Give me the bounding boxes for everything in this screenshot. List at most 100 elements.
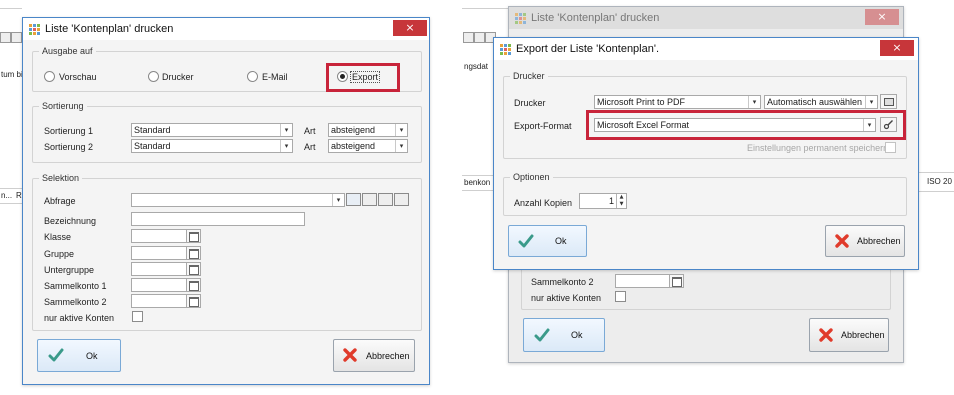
copy-query-icon[interactable] (378, 193, 393, 206)
untergruppe-input[interactable] (131, 262, 187, 276)
printer-value: Microsoft Print to PDF (597, 97, 686, 107)
sort1-art-label: Art (304, 126, 316, 136)
chevron-down-icon: ▾ (332, 194, 344, 206)
sort-group-legend: Sortierung (42, 101, 84, 111)
sort1-art-select[interactable]: absteigend ▾ (328, 123, 408, 137)
cancel-button[interactable]: Abbrechen (333, 339, 415, 372)
klasse-input[interactable] (131, 229, 187, 243)
sort2-select[interactable]: Standard ▾ (131, 139, 293, 153)
delete-query-icon[interactable] (394, 193, 409, 206)
sort2-art-value: absteigend (331, 141, 376, 151)
cancel-label: Abbrechen (366, 351, 410, 361)
copies-stepper[interactable]: 1 ▲ ▼ (579, 193, 627, 209)
sammelkonto2-input[interactable] (131, 294, 187, 308)
edit-query-icon[interactable] (362, 193, 377, 206)
ok-button[interactable]: Ok (37, 339, 121, 372)
selection-group-legend: Selektion (42, 173, 80, 183)
dialog-titlebar: Liste 'Kontenplan' drucken × (23, 18, 429, 40)
calendar-icon[interactable] (186, 246, 201, 260)
sammelkonto1-input[interactable] (131, 278, 187, 292)
ok-button[interactable]: Ok (523, 318, 605, 352)
sort2-art-select[interactable]: absteigend ▾ (328, 139, 408, 153)
format-select[interactable]: Microsoft Excel Format ▾ (594, 118, 876, 132)
radio-vorschau[interactable] (44, 71, 55, 82)
permanent-save-checkbox[interactable] (885, 142, 896, 153)
chevron-down-icon: ▾ (748, 96, 760, 108)
dialog-title: Liste 'Kontenplan' drucken (45, 23, 174, 35)
ok-button[interactable]: Ok (508, 225, 587, 257)
background-fragment-text: ISO 20 (927, 177, 952, 186)
app-logo-icon (515, 13, 526, 24)
chevron-down-icon: ▾ (863, 119, 875, 131)
close-icon[interactable]: × (393, 20, 427, 36)
background-fragment-text: tum bi (1, 70, 23, 79)
checkmark-icon (48, 348, 64, 362)
printer-select[interactable]: Microsoft Print to PDF ▾ (594, 95, 761, 109)
radio-export[interactable] (337, 71, 348, 82)
stepper-arrows-icon[interactable]: ▲ ▼ (616, 194, 626, 208)
permanent-save-label: Einstellungen permanent speichern (747, 143, 889, 153)
calendar-icon[interactable] (186, 229, 201, 243)
radio-vorschau-label: Vorschau (59, 72, 97, 82)
sort1-art-value: absteigend (331, 125, 376, 135)
radio-drucker[interactable] (148, 71, 159, 82)
sort1-select[interactable]: Standard ▾ (131, 123, 293, 137)
sort2-art-label: Art (304, 142, 316, 152)
sort2-value: Standard (134, 141, 171, 151)
radio-email[interactable] (247, 71, 258, 82)
abfrage-select[interactable]: ▾ (131, 193, 345, 207)
cancel-button[interactable]: Abbrechen (825, 225, 905, 257)
radio-export-label: Export (350, 71, 381, 83)
chevron-down-icon: ▾ (280, 140, 292, 152)
active-accounts-label: nur aktive Konten (44, 313, 115, 323)
close-icon[interactable]: × (880, 40, 914, 56)
calendar-icon[interactable] (669, 274, 684, 288)
ok-label: Ok (555, 236, 567, 246)
new-query-icon[interactable] (346, 193, 361, 206)
chevron-down-icon: ▾ (865, 96, 877, 108)
background-fragment-text: R (16, 191, 22, 200)
calendar-icon[interactable] (186, 262, 201, 276)
sammelkonto1-label: Sammelkonto 1 (44, 281, 107, 291)
checkmark-icon (518, 234, 534, 248)
chevron-down-icon: ▾ (280, 124, 292, 136)
sort1-label: Sortierung 1 (44, 126, 94, 136)
printer-label: Drucker (514, 98, 546, 108)
options-group-legend: Optionen (513, 172, 550, 182)
cancel-button[interactable]: Abbrechen (809, 318, 889, 352)
close-icon[interactable]: × (865, 9, 899, 25)
active-accounts-checkbox[interactable] (615, 291, 626, 302)
radio-email-label: E-Mail (262, 72, 288, 82)
radio-drucker-label: Drucker (162, 72, 194, 82)
format-options-icon[interactable] (880, 117, 897, 132)
tray-select[interactable]: Automatisch auswählen ▾ (764, 95, 878, 109)
printer-group-legend: Drucker (513, 71, 545, 81)
bezeichnung-input[interactable] (131, 212, 305, 226)
format-value: Microsoft Excel Format (597, 120, 690, 130)
format-label: Export-Format (514, 121, 572, 131)
sort1-value: Standard (134, 125, 171, 135)
gruppe-label: Gruppe (44, 249, 75, 259)
query-toolbar (346, 192, 409, 206)
active-accounts-label: nur aktive Konten (531, 293, 602, 303)
background-toolbar-icons (0, 30, 22, 44)
cancel-x-icon (835, 234, 849, 248)
cancel-x-icon (819, 328, 833, 342)
printer-settings-icon[interactable] (880, 94, 897, 109)
calendar-icon[interactable] (186, 278, 201, 292)
klasse-label: Klasse (44, 232, 72, 242)
cancel-x-icon (343, 348, 357, 362)
app-logo-icon (29, 24, 40, 35)
abfrage-label: Abfrage (44, 196, 76, 206)
background-divider (0, 8, 22, 9)
calendar-icon[interactable] (186, 294, 201, 308)
gruppe-input[interactable] (131, 246, 187, 260)
wrench-icon (883, 120, 893, 130)
bezeichnung-label: Bezeichnung (44, 216, 97, 226)
active-accounts-checkbox[interactable] (132, 311, 143, 322)
dialog-titlebar: Liste 'Kontenplan' drucken × (509, 7, 903, 29)
ok-label: Ok (86, 351, 98, 361)
cancel-label: Abbrechen (857, 236, 901, 246)
sammelkonto2-input[interactable] (615, 274, 671, 288)
dialog-title: Liste 'Kontenplan' drucken (531, 12, 660, 24)
